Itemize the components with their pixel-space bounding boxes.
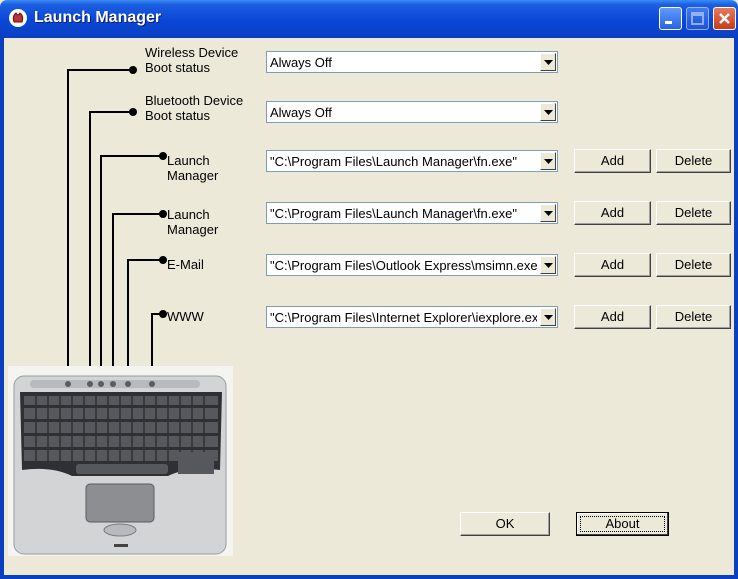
chevron-down-icon [544,110,553,115]
bluetooth-boot-status-select[interactable]: Always Off [266,101,558,123]
ok-button[interactable]: OK [460,512,550,536]
bluetooth-device-label: Bluetooth Device Boot status [145,93,244,123]
chevron-down-icon [544,60,553,65]
launch-manager-select-1[interactable]: "C:\Program Files\Launch Manager\fn.exe" [266,150,558,172]
add-button[interactable]: Add [574,149,651,173]
about-button[interactable]: About [576,512,669,536]
www-select[interactable]: "C:\Program Files\Internet Explorer\iexp… [266,306,558,328]
add-button[interactable]: Add [574,305,651,329]
www-label: WWW [167,309,204,324]
wireless-boot-status-select[interactable]: Always Off [266,51,558,73]
delete-button[interactable]: Delete [656,305,731,329]
launch-manager-select-2[interactable]: "C:\Program Files\Launch Manager\fn.exe" [266,202,558,224]
launch-manager-label-2: Launch Manager [167,207,219,237]
dropdown-arrow-button[interactable] [540,103,556,121]
dropdown-arrow-button[interactable] [540,308,556,326]
chevron-down-icon [544,315,553,320]
add-button[interactable]: Add [574,201,651,225]
launch-manager-label-1: Launch Manager [167,153,219,183]
dropdown-arrow-button[interactable] [540,53,556,71]
dropdown-arrow-button[interactable] [540,204,556,222]
add-button[interactable]: Add [574,253,651,277]
focus-rectangle [580,516,665,532]
dropdown-arrow-button[interactable] [540,256,556,274]
delete-button[interactable]: Delete [656,253,731,277]
wireless-device-label: Wireless Device Boot status [145,45,239,75]
delete-button[interactable]: Delete [656,149,731,173]
dropdown-arrow-button[interactable] [540,152,556,170]
chevron-down-icon [544,211,553,216]
chevron-down-icon [544,159,553,164]
email-label: E-Mail [167,257,204,272]
email-select[interactable]: "C:\Program Files\Outlook Express\msimn.… [266,254,558,276]
chevron-down-icon [544,263,553,268]
delete-button[interactable]: Delete [656,201,731,225]
laptop-keyboard-image [8,366,233,556]
